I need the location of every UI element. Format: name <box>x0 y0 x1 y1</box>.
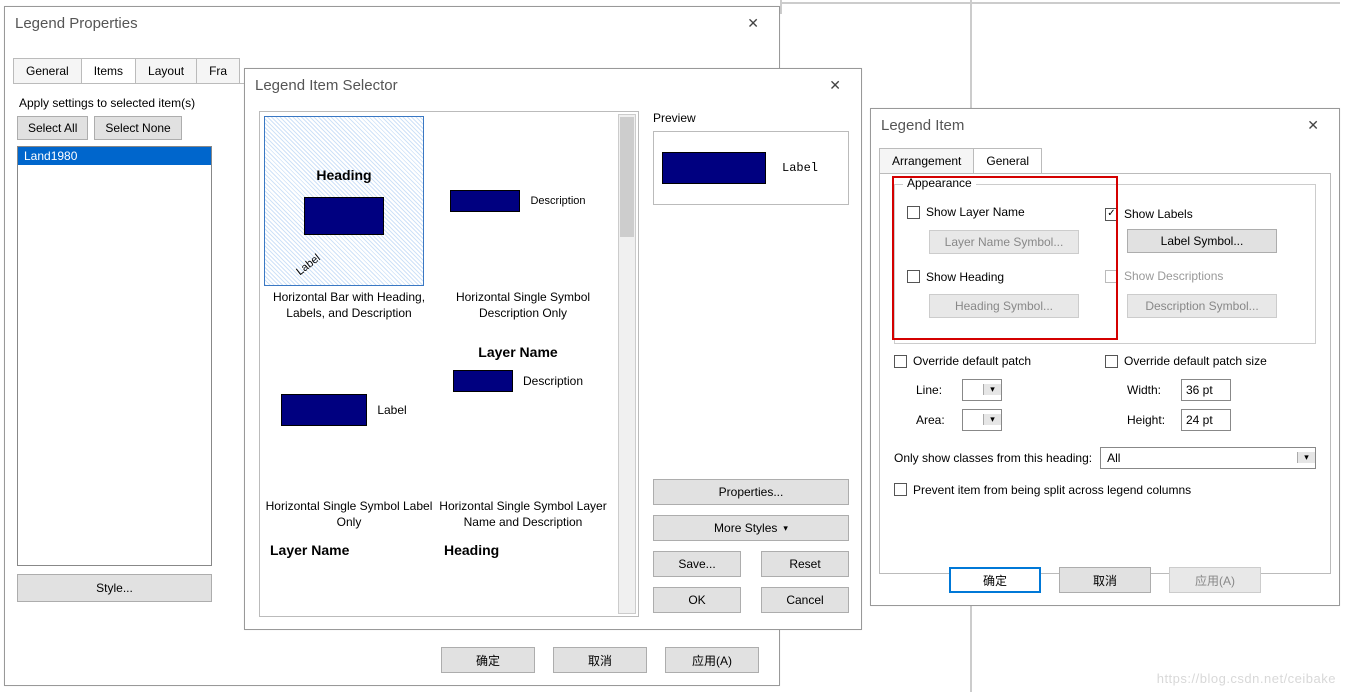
width-label: Width: <box>1127 383 1171 397</box>
cancel-button[interactable]: 取消 <box>553 647 647 673</box>
gallery-scrollbar[interactable] <box>618 114 636 614</box>
ok-button[interactable]: 确定 <box>441 647 535 673</box>
line-label: Line: <box>916 383 952 397</box>
override-patch-checkbox[interactable]: Override default patch <box>894 354 1031 368</box>
thumb-desc: Description <box>523 374 583 388</box>
properties-button[interactable]: Properties... <box>653 479 849 505</box>
titlebar: Legend Item ✕ <box>871 109 1339 142</box>
tab-arrangement[interactable]: Arrangement <box>879 148 974 173</box>
gallery-item[interactable]: Description Horizontal Single Symbol Des… <box>438 116 608 321</box>
gallery-caption: Horizontal Single Symbol Layer Name and … <box>438 499 608 530</box>
only-show-dropdown[interactable]: All ▾ <box>1100 447 1316 469</box>
description-symbol-button: Description Symbol... <box>1127 294 1277 318</box>
show-layer-name-checkbox[interactable]: Show Layer Name <box>907 205 1025 219</box>
thumb-top: Layer Name <box>264 534 434 558</box>
prevent-split-checkbox[interactable]: Prevent item from being split across leg… <box>894 483 1191 497</box>
area-label: Area: <box>916 413 952 427</box>
gallery-caption: Horizontal Single Symbol Description Onl… <box>438 290 608 321</box>
ok-button[interactable]: OK <box>653 587 741 613</box>
titlebar: Legend Item Selector ✕ <box>245 69 861 102</box>
navy-rect-icon <box>304 197 384 235</box>
more-styles-button[interactable]: More Styles ▾ <box>653 515 849 541</box>
watermark: https://blog.csdn.net/ceibake <box>1157 671 1336 686</box>
thumb-top: Layer Name <box>478 344 557 360</box>
select-none-button[interactable]: Select None <box>94 116 181 140</box>
tab-general[interactable]: General <box>973 148 1042 173</box>
heading-symbol-button: Heading Symbol... <box>929 294 1079 318</box>
cancel-button[interactable]: 取消 <box>1059 567 1151 593</box>
legend-item-selector-window: Legend Item Selector ✕ Heading Label Hor… <box>244 68 862 630</box>
close-icon[interactable]: ✕ <box>819 75 851 96</box>
navy-rect-icon <box>281 394 367 426</box>
width-input[interactable] <box>1181 379 1231 401</box>
select-all-button[interactable]: Select All <box>17 116 88 140</box>
reset-button[interactable]: Reset <box>761 551 849 577</box>
thumb-desc: Description <box>530 195 585 207</box>
window-title: Legend Item <box>881 117 964 134</box>
area-dropdown[interactable]: ▾ <box>962 409 1002 431</box>
navy-rect-icon <box>450 190 520 212</box>
window-title: Legend Properties <box>15 15 138 32</box>
tab-layout[interactable]: Layout <box>135 58 197 83</box>
close-icon[interactable]: ✕ <box>737 13 769 34</box>
gallery-item[interactable]: Heading <box>438 534 608 558</box>
legend-item-window: Legend Item ✕ Arrangement General Appear… <box>870 108 1340 606</box>
navy-rect-icon <box>662 152 766 184</box>
navy-rect-icon <box>453 370 513 392</box>
tab-items[interactable]: Items <box>81 58 136 83</box>
gallery-caption: Horizontal Bar with Heading, Labels, and… <box>264 290 434 321</box>
apply-button: 应用(A) <box>1169 567 1261 593</box>
show-descriptions-checkbox: Show Descriptions <box>1105 269 1223 283</box>
save-button[interactable]: Save... <box>653 551 741 577</box>
gallery-item[interactable]: Layer Name <box>264 534 434 558</box>
apply-button[interactable]: 应用(A) <box>665 647 759 673</box>
line-dropdown[interactable]: ▾ <box>962 379 1002 401</box>
thumb-label: Label <box>377 403 406 417</box>
height-label: Height: <box>1127 413 1171 427</box>
chevron-down-icon: ▾ <box>783 523 788 534</box>
gallery-item[interactable]: Heading Label Horizontal Bar with Headin… <box>264 116 434 321</box>
cancel-button[interactable]: Cancel <box>761 587 849 613</box>
tab-frame[interactable]: Fra <box>196 58 240 83</box>
gallery-caption: Horizontal Single Symbol Label Only <box>264 499 434 530</box>
height-input[interactable] <box>1181 409 1231 431</box>
thumb-heading: Heading <box>316 167 371 183</box>
layer-name-symbol-button: Layer Name Symbol... <box>929 230 1079 254</box>
only-show-label: Only show classes from this heading: <box>894 451 1092 465</box>
show-labels-checkbox[interactable]: ✓Show Labels <box>1105 207 1193 221</box>
tab-general[interactable]: General <box>13 58 82 83</box>
thumb-label: Label <box>294 252 323 278</box>
items-listbox[interactable]: Land1980 <box>17 146 212 566</box>
preview-text: Label <box>782 161 818 175</box>
style-button[interactable]: Style... <box>17 574 212 602</box>
gallery-item[interactable]: Label Horizontal Single Symbol Label Onl… <box>264 325 434 530</box>
bg-hline <box>780 2 1340 4</box>
label-symbol-button[interactable]: Label Symbol... <box>1127 229 1277 253</box>
close-icon[interactable]: ✕ <box>1297 115 1329 136</box>
override-patch-size-checkbox[interactable]: Override default patch size <box>1105 354 1267 368</box>
titlebar: Legend Properties ✕ <box>5 7 779 40</box>
preview-label: Preview <box>653 111 849 125</box>
ok-button[interactable]: 确定 <box>949 567 1041 593</box>
list-item[interactable]: Land1980 <box>18 147 211 165</box>
appearance-label: Appearance <box>903 176 976 190</box>
window-title: Legend Item Selector <box>255 77 398 94</box>
thumb-top: Heading <box>438 534 608 558</box>
show-heading-checkbox[interactable]: Show Heading <box>907 270 1004 284</box>
gallery-item[interactable]: Layer Name Description Horizontal Single… <box>438 325 608 530</box>
